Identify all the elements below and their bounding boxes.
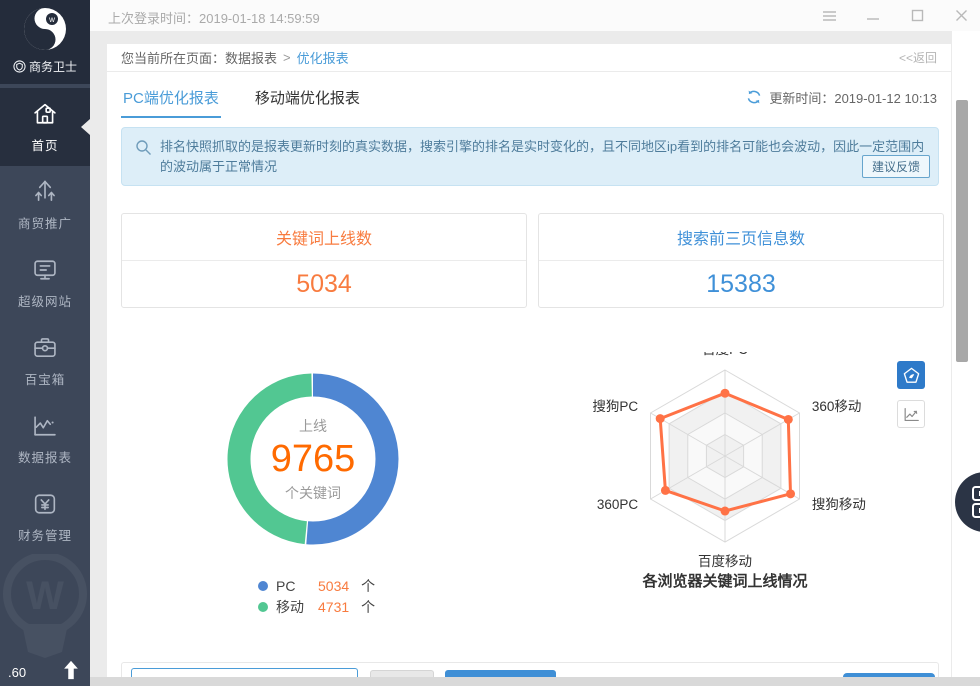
line-view-button[interactable] xyxy=(897,400,925,428)
donut-chart: 上线 9765 个关键词 xyxy=(225,371,401,547)
titlebar: 上次登录时间：2019-01-18 14:59:59 xyxy=(90,0,980,31)
legend-item-mobile[interactable]: 移动 4731 个 xyxy=(258,596,375,617)
sidebar-item-label: 百宝箱 xyxy=(25,369,66,388)
sidebar-footer: .60 xyxy=(0,654,90,686)
website-icon xyxy=(31,256,59,284)
radar-axis-label: 百度PC xyxy=(702,352,748,357)
tab-pc-report[interactable]: PC端优化报表 xyxy=(121,77,221,118)
menu-icon[interactable] xyxy=(820,7,838,25)
legend-dot-mobile xyxy=(258,602,268,612)
radar-caption: 各浏览器关键词上线情况 xyxy=(560,570,890,591)
sidebar-item-home[interactable]: 首页 xyxy=(0,88,90,166)
radar-svg: 百度PC 360移动搜狗移动百度移动 360PC 搜狗PC xyxy=(560,352,890,570)
pentagon-radar-icon xyxy=(902,366,921,385)
info-banner: 排名快照抓取的是报表更新时刻的真实数据，搜索引擎的排名是实时变化的，且不同地区i… xyxy=(121,127,939,186)
sidebar-item-label: 数据报表 xyxy=(18,447,72,466)
sidebar-item-website[interactable]: 超级网站 xyxy=(0,244,90,322)
legend-name: 移动 xyxy=(276,597,310,617)
app-logo-icon: w xyxy=(23,7,67,51)
svg-text:W: W xyxy=(26,574,64,618)
sidebar-item-label: 超级网站 xyxy=(18,291,72,310)
chart-toggle-group xyxy=(897,361,925,428)
sidebar-item-toolbox[interactable]: 百宝箱 xyxy=(0,322,90,400)
svg-text:w: w xyxy=(48,15,55,24)
close-icon[interactable] xyxy=(952,7,970,25)
stat-card-value: 5034 xyxy=(122,261,526,307)
minimize-icon[interactable] xyxy=(864,7,882,25)
legend-name: PC xyxy=(276,578,310,594)
window-controls xyxy=(820,0,974,31)
legend-item-pc[interactable]: PC 5034 个 xyxy=(258,575,375,596)
scrollbar-thumb[interactable] xyxy=(956,100,968,362)
sidebar: w 商务卫士 首页 xyxy=(0,0,90,686)
radar-axis-label: 360移动 xyxy=(812,399,862,414)
sidebar-item-label: 商贸推广 xyxy=(18,213,72,232)
version-text: .60 xyxy=(8,665,26,680)
scroll-to-top-icon[interactable] xyxy=(60,658,82,682)
legend-value: 5034 xyxy=(318,578,349,594)
legend-value: 4731 xyxy=(318,599,349,615)
breadcrumb-separator: > xyxy=(283,50,291,65)
sidebar-item-label: 财务管理 xyxy=(18,525,72,544)
breadcrumb-section: 数据报表 xyxy=(225,48,277,67)
sidebar-item-label: 首页 xyxy=(31,135,58,154)
update-time-text: 更新时间：2019-01-12 10:13 xyxy=(769,88,937,107)
shield-badge-icon xyxy=(13,60,26,73)
donut-legend: PC 5034 个 移动 4731 个 xyxy=(258,575,375,617)
main-panel: 您当前所在页面： 数据报表 > 优化报表 <<返回 PC端优化报表 移动端优化报… xyxy=(107,44,951,677)
radar-axis-label: 搜狗移动 xyxy=(812,497,866,512)
qr-code-icon xyxy=(970,485,980,519)
app-name: 商务卫士 xyxy=(29,58,77,75)
radar-axis-label: 360PC xyxy=(597,497,639,512)
promote-icon xyxy=(31,178,59,206)
window-bottom-edge xyxy=(90,677,980,686)
sidebar-item-reports[interactable]: 数据报表 xyxy=(0,400,90,478)
finance-icon xyxy=(31,490,59,518)
back-link[interactable]: <<返回 xyxy=(899,49,937,66)
breadcrumb-current[interactable]: 优化报表 xyxy=(297,48,349,67)
stat-card-keywords-online: 关键词上线数 5034 xyxy=(121,213,527,308)
maximize-icon[interactable] xyxy=(908,7,926,25)
stat-card-top3-pages: 搜索前三页信息数 15383 xyxy=(538,213,944,308)
magnifier-icon xyxy=(135,139,152,156)
sidebar-item-promotion[interactable]: 商贸推广 xyxy=(0,166,90,244)
tab-row: PC端优化报表 移动端优化报表 更新时间：2019-01-12 10:13 xyxy=(107,73,951,121)
radar-chart: 百度PC 360移动搜狗移动百度移动 360PC 搜狗PC xyxy=(560,352,890,570)
radar-axis-label: 搜狗PC xyxy=(592,399,638,414)
active-notch xyxy=(81,119,90,135)
radar-view-button[interactable] xyxy=(897,361,925,389)
legend-dot-pc xyxy=(258,581,268,591)
report-icon xyxy=(31,412,59,440)
logo-block: w 商务卫士 xyxy=(0,0,90,84)
breadcrumb: 您当前所在页面： 数据报表 > 优化报表 <<返回 xyxy=(107,44,951,72)
radar-axis-label: 百度移动 xyxy=(698,554,752,569)
refresh-icon[interactable] xyxy=(746,89,762,105)
stat-card-value: 15383 xyxy=(539,261,943,307)
toolbox-icon xyxy=(31,334,59,362)
line-chart-icon xyxy=(902,405,921,424)
sidebar-item-finance[interactable]: 财务管理 xyxy=(0,478,90,556)
stat-card-title: 关键词上线数 xyxy=(122,214,526,261)
last-login-text: 上次登录时间：2019-01-18 14:59:59 xyxy=(108,8,320,27)
breadcrumb-prefix: 您当前所在页面： xyxy=(121,48,225,67)
legend-unit: 个 xyxy=(361,576,375,596)
tab-mobile-report[interactable]: 移动端优化报表 xyxy=(253,77,362,118)
legend-unit: 个 xyxy=(361,597,375,617)
app-window: w 商务卫士 首页 xyxy=(0,0,980,686)
donut-svg xyxy=(225,371,401,547)
home-icon xyxy=(31,100,59,128)
feedback-button[interactable]: 建议反馈 xyxy=(862,155,930,178)
banner-text: 排名快照抓取的是报表更新时刻的真实数据，搜索引擎的排名是实时变化的，且不同地区i… xyxy=(160,137,930,177)
sidebar-nav: 首页 商贸推广 超级网站 xyxy=(0,88,90,556)
stat-card-title: 搜索前三页信息数 xyxy=(539,214,943,261)
watermark-shield-icon: W xyxy=(2,554,88,658)
update-time-wrap: 更新时间：2019-01-12 10:13 xyxy=(746,88,937,107)
